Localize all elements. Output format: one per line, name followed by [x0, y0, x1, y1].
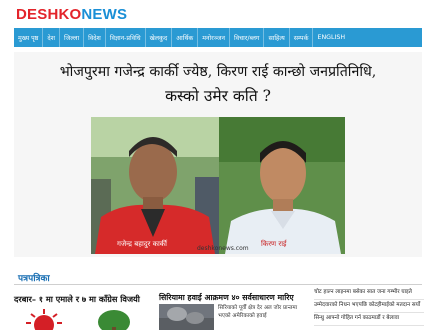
- nav-item-sports[interactable]: खेलकुद: [146, 28, 173, 47]
- article-headline-syria[interactable]: सिरियामा हवाई आक्रमण ४० सर्वसाधारण मारिए: [159, 293, 294, 303]
- featured-headline[interactable]: भोजपुरमा गजेन्द्र कार्की ज्येष्ठ, किरण र…: [14, 60, 422, 108]
- featured-photo[interactable]: गजेन्द्र बहादुर कार्की deshkonews.com कि…: [91, 117, 345, 254]
- nav-item-english[interactable]: ENGLISH: [313, 28, 349, 47]
- site-logo[interactable]: DESHKONEWS: [16, 6, 127, 23]
- sidebar-news-list: चोट हाल्न लाइनमा बसेका सात जना गम्भीर घा…: [314, 287, 424, 326]
- nav-item-economy[interactable]: आर्थिक: [172, 28, 199, 47]
- nav-item-science-tech[interactable]: विज्ञान-प्रविधि: [106, 28, 146, 47]
- nav-item-literature[interactable]: साहित्य: [264, 28, 290, 47]
- photo-caption-left: गजेन्द्र बहादुर कार्की: [117, 240, 167, 248]
- nav-item-home[interactable]: मुख्य पृष्ठ: [14, 28, 44, 47]
- nav-item-foreign[interactable]: विदेश: [84, 28, 106, 47]
- section-newspapers: पत्रपत्रिका: [14, 268, 422, 285]
- election-symbols-image: [14, 305, 144, 330]
- photo-watermark: deshkonews.com: [197, 245, 249, 252]
- list-item[interactable]: चोट हाल्न लाइनमा बसेका सात जना गम्भीर घा…: [314, 287, 424, 300]
- headline-line-1: भोजपुरमा गजेन्द्र कार्की ज्येष्ठ, किरण र…: [59, 64, 377, 80]
- nav-item-opinion-blog[interactable]: विचार/ब्लग: [230, 28, 265, 47]
- nav-item-entertainment[interactable]: मनोरञ्जन: [198, 28, 230, 47]
- nav-item-district[interactable]: जिल्ला: [60, 28, 85, 47]
- syria-photo-image: [159, 304, 214, 330]
- article-summary-syria: सिरियाको पूर्वी क्षेत्र देर अल जोर प्रान…: [218, 305, 298, 319]
- photo-caption-right: किरण राई: [261, 240, 287, 248]
- site-header: DESHKONEWS: [0, 0, 440, 28]
- list-item[interactable]: सिन्धु आफ्नो गोहित गर्न काठमाडौं र बेलाव…: [314, 313, 424, 326]
- article-thumbnail-syria[interactable]: [159, 304, 214, 330]
- nav-item-national[interactable]: देश: [43, 28, 61, 47]
- list-item[interactable]: उम्मेदवारको निधन भएपछि कोटहीमाईको मतदान …: [314, 300, 424, 313]
- nav-item-contact[interactable]: सम्पर्क: [290, 28, 314, 47]
- section-title[interactable]: पत्रपत्रिका: [18, 271, 50, 284]
- logo-part-news: NEWS: [81, 6, 128, 23]
- featured-photo-image: [91, 117, 345, 254]
- article-thumbnail-election[interactable]: [14, 305, 144, 330]
- headline-line-2: कस्को उमेर कति ?: [165, 87, 271, 105]
- main-nav: मुख्य पृष्ठ देश जिल्ला विदेश विज्ञान-प्र…: [14, 28, 422, 47]
- logo-part-deshko: DESHKO: [16, 6, 82, 23]
- article-headline-darbar[interactable]: दरबार– १ मा एमाले र ७ मा काँग्रेस विजयी: [14, 294, 140, 305]
